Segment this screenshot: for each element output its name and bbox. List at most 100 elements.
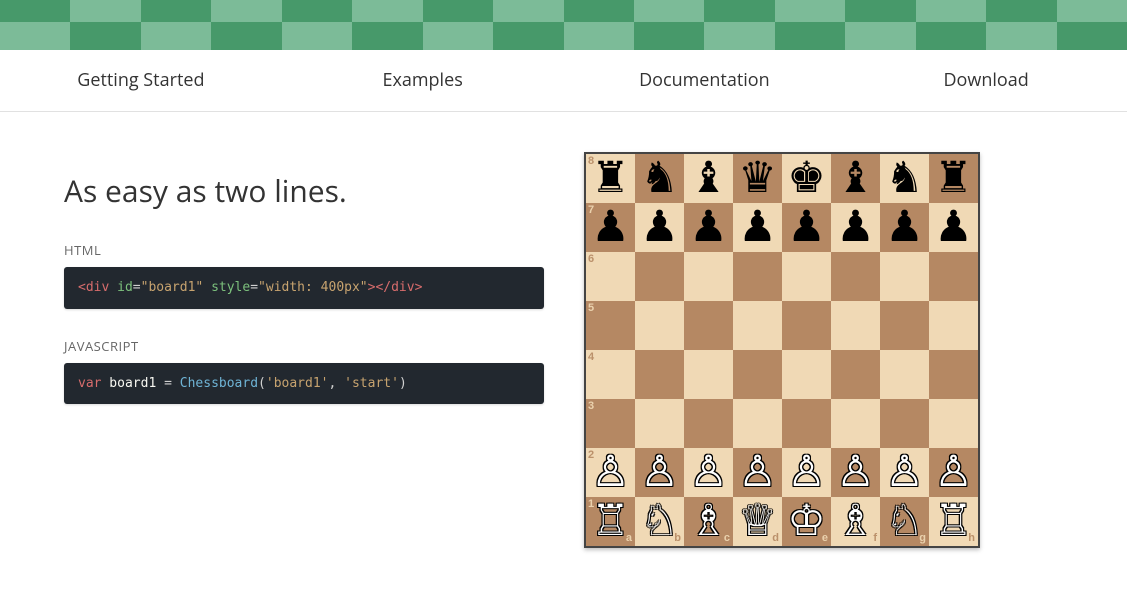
square-c4[interactable] [684, 350, 733, 399]
black-pawn-icon[interactable]: ♟ [640, 206, 679, 249]
white-pawn-icon[interactable]: ♙ [836, 451, 875, 494]
square-d1[interactable]: d♕ [733, 497, 782, 546]
white-queen-icon[interactable]: ♕ [738, 500, 777, 543]
square-h4[interactable] [929, 350, 978, 399]
square-a2[interactable]: 2♙ [586, 448, 635, 497]
white-pawn-icon[interactable]: ♙ [787, 451, 826, 494]
square-d2[interactable]: ♙ [733, 448, 782, 497]
square-e4[interactable] [782, 350, 831, 399]
square-g8[interactable]: ♞ [880, 154, 929, 203]
black-pawn-icon[interactable]: ♟ [885, 206, 924, 249]
square-d8[interactable]: ♛ [733, 154, 782, 203]
square-g6[interactable] [880, 252, 929, 301]
square-e3[interactable] [782, 399, 831, 448]
square-e7[interactable]: ♟ [782, 203, 831, 252]
black-pawn-icon[interactable]: ♟ [787, 206, 826, 249]
square-a8[interactable]: 8♜ [586, 154, 635, 203]
square-c2[interactable]: ♙ [684, 448, 733, 497]
black-bishop-icon[interactable]: ♝ [836, 157, 875, 200]
square-h1[interactable]: h♖ [929, 497, 978, 546]
square-d5[interactable] [733, 301, 782, 350]
square-g1[interactable]: g♘ [880, 497, 929, 546]
square-b1[interactable]: b♘ [635, 497, 684, 546]
square-g2[interactable]: ♙ [880, 448, 929, 497]
white-pawn-icon[interactable]: ♙ [640, 451, 679, 494]
chessboard[interactable]: 8♜♞♝♛♚♝♞♜7♟♟♟♟♟♟♟♟65432♙♙♙♙♙♙♙♙1a♖b♘c♗d♕… [586, 154, 978, 546]
square-a5[interactable]: 5 [586, 301, 635, 350]
square-c1[interactable]: c♗ [684, 497, 733, 546]
square-g5[interactable] [880, 301, 929, 350]
square-a1[interactable]: 1a♖ [586, 497, 635, 546]
nav-link-getting-started[interactable]: Getting Started [0, 50, 282, 111]
square-d7[interactable]: ♟ [733, 203, 782, 252]
black-bishop-icon[interactable]: ♝ [689, 157, 728, 200]
square-b4[interactable] [635, 350, 684, 399]
square-c3[interactable] [684, 399, 733, 448]
square-b7[interactable]: ♟ [635, 203, 684, 252]
square-a7[interactable]: 7♟ [586, 203, 635, 252]
white-pawn-icon[interactable]: ♙ [934, 451, 973, 494]
square-g3[interactable] [880, 399, 929, 448]
white-knight-icon[interactable]: ♘ [640, 500, 679, 543]
square-e8[interactable]: ♚ [782, 154, 831, 203]
square-f1[interactable]: f♗ [831, 497, 880, 546]
square-b8[interactable]: ♞ [635, 154, 684, 203]
white-pawn-icon[interactable]: ♙ [591, 451, 630, 494]
square-a3[interactable]: 3 [586, 399, 635, 448]
square-h6[interactable] [929, 252, 978, 301]
black-pawn-icon[interactable]: ♟ [689, 206, 728, 249]
black-pawn-icon[interactable]: ♟ [934, 206, 973, 249]
square-f3[interactable] [831, 399, 880, 448]
square-d6[interactable] [733, 252, 782, 301]
black-rook-icon[interactable]: ♜ [934, 157, 973, 200]
black-pawn-icon[interactable]: ♟ [738, 206, 777, 249]
square-b3[interactable] [635, 399, 684, 448]
square-e6[interactable] [782, 252, 831, 301]
square-c5[interactable] [684, 301, 733, 350]
square-f6[interactable] [831, 252, 880, 301]
square-h3[interactable] [929, 399, 978, 448]
square-b6[interactable] [635, 252, 684, 301]
black-pawn-icon[interactable]: ♟ [836, 206, 875, 249]
square-f4[interactable] [831, 350, 880, 399]
nav-link-documentation[interactable]: Documentation [564, 50, 846, 111]
black-queen-icon[interactable]: ♛ [738, 157, 777, 200]
square-f7[interactable]: ♟ [831, 203, 880, 252]
square-e2[interactable]: ♙ [782, 448, 831, 497]
white-knight-icon[interactable]: ♘ [885, 500, 924, 543]
white-bishop-icon[interactable]: ♗ [836, 500, 875, 543]
black-rook-icon[interactable]: ♜ [591, 157, 630, 200]
white-rook-icon[interactable]: ♖ [934, 500, 973, 543]
white-rook-icon[interactable]: ♖ [591, 500, 630, 543]
white-pawn-icon[interactable]: ♙ [738, 451, 777, 494]
square-b5[interactable] [635, 301, 684, 350]
black-pawn-icon[interactable]: ♟ [591, 206, 630, 249]
square-d3[interactable] [733, 399, 782, 448]
black-king-icon[interactable]: ♚ [787, 157, 826, 200]
black-knight-icon[interactable]: ♞ [885, 157, 924, 200]
square-f8[interactable]: ♝ [831, 154, 880, 203]
square-f2[interactable]: ♙ [831, 448, 880, 497]
square-d4[interactable] [733, 350, 782, 399]
white-pawn-icon[interactable]: ♙ [689, 451, 728, 494]
square-a6[interactable]: 6 [586, 252, 635, 301]
square-g4[interactable] [880, 350, 929, 399]
white-king-icon[interactable]: ♔ [787, 500, 826, 543]
square-c8[interactable]: ♝ [684, 154, 733, 203]
square-h8[interactable]: ♜ [929, 154, 978, 203]
nav-link-download[interactable]: Download [845, 50, 1127, 111]
square-h2[interactable]: ♙ [929, 448, 978, 497]
square-a4[interactable]: 4 [586, 350, 635, 399]
square-f5[interactable] [831, 301, 880, 350]
white-bishop-icon[interactable]: ♗ [689, 500, 728, 543]
square-c6[interactable] [684, 252, 733, 301]
square-h5[interactable] [929, 301, 978, 350]
white-pawn-icon[interactable]: ♙ [885, 451, 924, 494]
square-e1[interactable]: e♔ [782, 497, 831, 546]
black-knight-icon[interactable]: ♞ [640, 157, 679, 200]
square-e5[interactable] [782, 301, 831, 350]
square-c7[interactable]: ♟ [684, 203, 733, 252]
square-g7[interactable]: ♟ [880, 203, 929, 252]
square-h7[interactable]: ♟ [929, 203, 978, 252]
nav-link-examples[interactable]: Examples [282, 50, 564, 111]
